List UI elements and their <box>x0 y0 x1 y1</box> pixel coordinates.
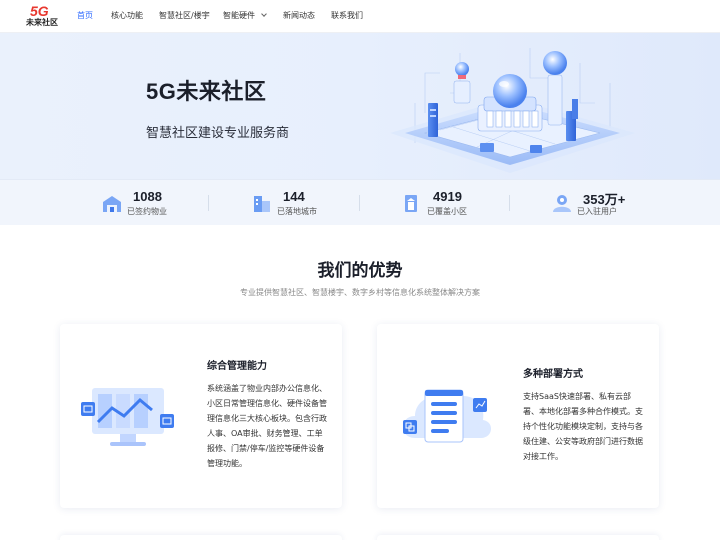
card-description-line: 对接工作。 <box>523 452 563 461</box>
card-description-line: 人事、OA审批、财务管理、工单 <box>207 429 323 438</box>
community-icon <box>405 195 417 212</box>
card-description-line: 署、本地化部署多种合作模式。支 <box>523 407 643 416</box>
logo-name: 未来社区 <box>26 18 58 27</box>
card-description-line: 小区日常管理信息化、硬件设备管 <box>207 399 327 408</box>
card-description-line: 系统涵盖了物业内部办公信息化、 <box>207 384 327 393</box>
card-title: 多种部署方式 <box>523 369 583 380</box>
hero-banner: 5G未来社区 智慧社区建设专业服务商 <box>0 33 720 179</box>
chevron-down-icon <box>261 11 267 17</box>
users-icon <box>553 195 571 212</box>
hero-title: 5G未来社区 <box>146 79 267 104</box>
section-subtitle: 专业提供智慧社区、智慧楼宇、数字乡村等信息化系统整体解决方案 <box>240 288 480 297</box>
stat-value: 144 <box>283 189 305 204</box>
nav-item-smart-hardware[interactable]: 智能硬件 <box>223 0 267 33</box>
stat-divider <box>359 195 360 211</box>
card-description-line: 支持SaaS快速部署、私有云部 <box>523 392 631 401</box>
advantage-card-management: 综合管理能力 系统涵盖了物业内部办公信息化、 小区日常管理信息化、硬件设备管 理… <box>60 324 342 508</box>
management-dashboard-icon <box>81 388 174 446</box>
advantage-card-next <box>60 535 342 540</box>
card-description-line: 管理功能。 <box>207 459 247 468</box>
card-description-line: 报修、门禁/停车/监控等硬件设备 <box>207 444 325 453</box>
card-description-line: 理信息化三大核心板块。包含行政 <box>207 414 327 423</box>
top-nav: 5G 未来社区 首页 核心功能 智慧社区/楼宇 智能硬件 新闻动态 联系我们 <box>0 0 720 33</box>
stat-divider <box>208 195 209 211</box>
nav-item-core-features[interactable]: 核心功能 <box>111 0 143 33</box>
stat-value: 4919 <box>433 189 462 204</box>
section-title: 我们的优势 <box>317 261 403 281</box>
card-description-line: 持个性化功能模块定制，支持与各 <box>523 422 643 431</box>
advantage-card-deployment: 多种部署方式 支持SaaS快速部署、私有云部 署、本地化部署多种合作模式。支 持… <box>377 324 659 508</box>
nav-item-home[interactable]: 首页 <box>77 0 93 33</box>
stat-label: 已落地城市 <box>277 207 317 216</box>
stat-label: 已入驻用户 <box>577 207 617 216</box>
stats-bar: 1088 已签约物业 144 已落地城市 4919 已覆盖小区 353万+ 已入… <box>0 179 720 225</box>
cloud-deployment-icon <box>403 389 492 443</box>
logo-mark: 5G <box>30 3 49 19</box>
card-description: 支持SaaS快速部署、私有云部 署、本地化部署多种合作模式。支 持个性化功能模块… <box>523 389 653 464</box>
building-icon <box>103 196 121 212</box>
nav-item-smart-hardware-label: 智能硬件 <box>223 11 255 20</box>
nav-item-smart-community[interactable]: 智慧社区/楼宇 <box>159 0 210 33</box>
card-title: 综合管理能力 <box>207 361 267 372</box>
stat-label: 已签约物业 <box>127 207 167 216</box>
advantage-card-next <box>377 535 659 540</box>
stat-label: 已覆盖小区 <box>427 207 467 216</box>
card-description: 系统涵盖了物业内部办公信息化、 小区日常管理信息化、硬件设备管 理信息化三大核心… <box>207 381 335 471</box>
stat-value: 1088 <box>133 189 162 204</box>
smart-city-illustration <box>390 48 635 173</box>
card-description-line: 级住建、公安等政府部门进行数据 <box>523 437 643 446</box>
brand-logo[interactable]: 5G 未来社区 <box>26 4 58 30</box>
nav-item-contact[interactable]: 联系我们 <box>331 0 363 33</box>
nav-item-news[interactable]: 新闻动态 <box>283 0 315 33</box>
stat-divider <box>509 195 510 211</box>
hero-subtitle: 智慧社区建设专业服务商 <box>146 126 290 141</box>
city-icon <box>254 196 270 212</box>
